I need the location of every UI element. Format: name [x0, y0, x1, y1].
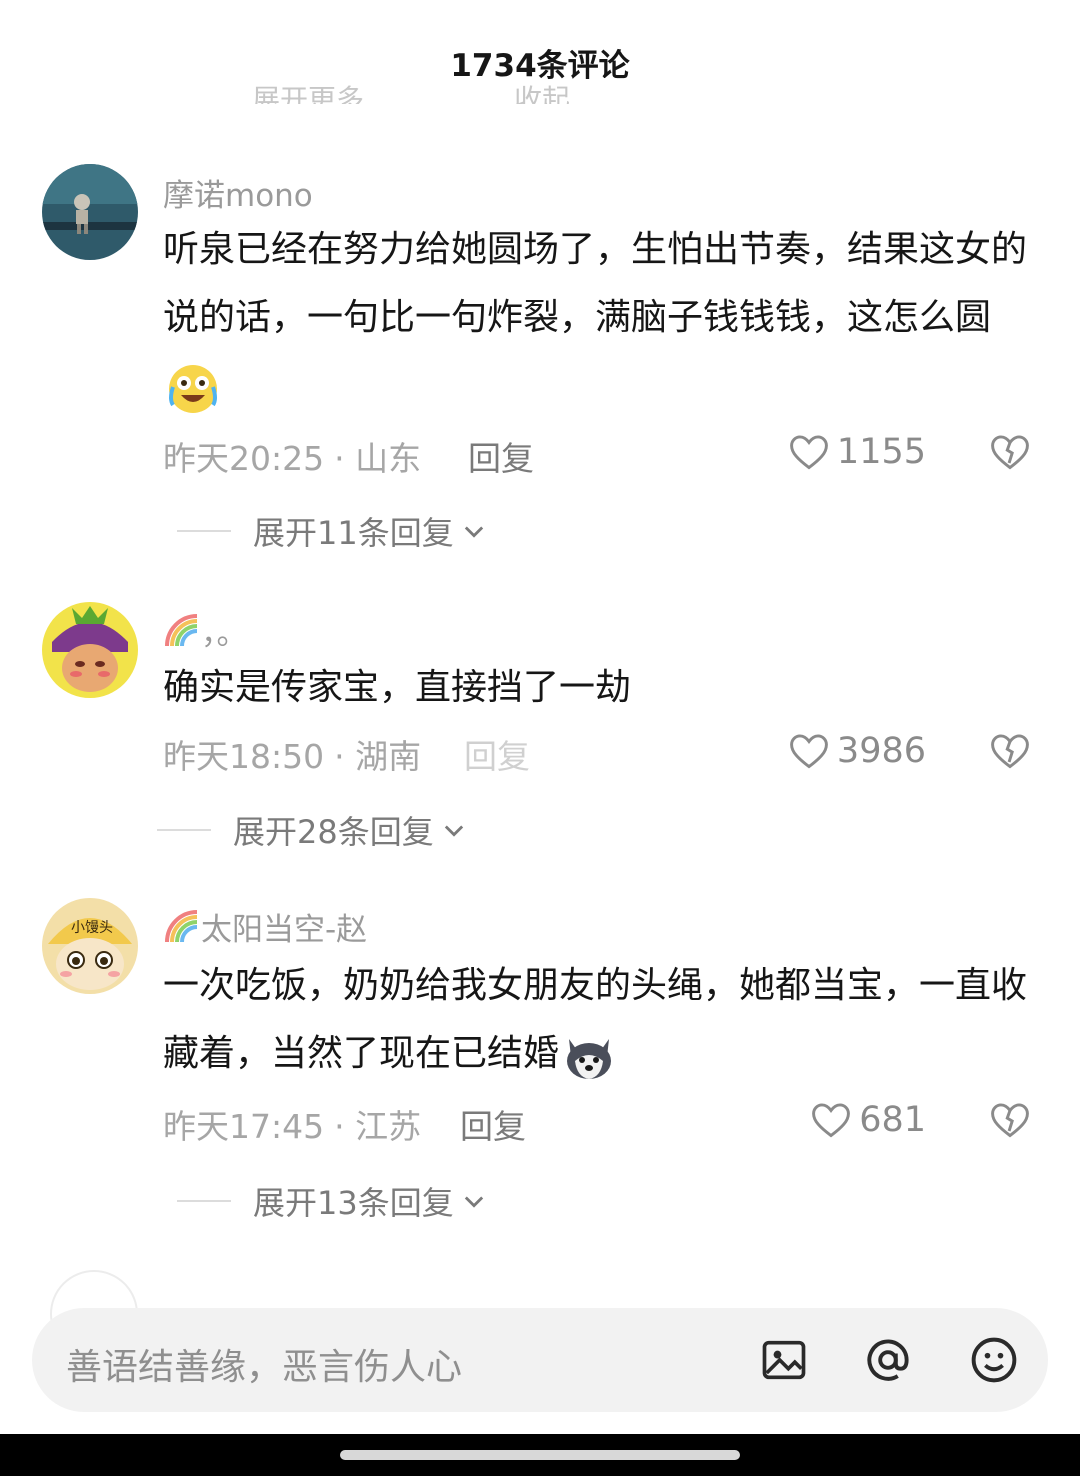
expand-more-ghost: 展开更多: [252, 83, 365, 104]
expand-replies-button[interactable]: 展开28条回复: [157, 807, 468, 853]
comment-meta: 昨天20:25 · 山东: [163, 432, 421, 480]
comment-text: 听泉已经在努力给她圆场了，生怕出节奏，结果这女的说的话，一句比一句炸裂，满脑子钱…: [163, 216, 1033, 420]
expand-replies-button[interactable]: 展开11条回复: [177, 508, 488, 554]
expand-replies-label: 展开11条回复: [253, 514, 454, 552]
like-button[interactable]: 1155: [787, 430, 926, 474]
like-button[interactable]: 681: [809, 1098, 926, 1142]
like-count: 681: [859, 1100, 926, 1140]
divider: [157, 829, 211, 831]
username[interactable]: 太阳当空-赵: [201, 912, 367, 948]
reply-button[interactable]: 回复: [460, 1100, 526, 1148]
reply-button[interactable]: 回复: [468, 432, 534, 480]
heart-icon: [812, 1103, 851, 1138]
comment-location: · 江苏: [334, 1107, 422, 1146]
comment-time: 昨天20:25: [163, 439, 325, 478]
divider: [177, 1200, 231, 1202]
comment-time: 昨天18:50: [163, 737, 325, 776]
heart-icon: [790, 435, 828, 470]
like-button[interactable]: 3986: [787, 729, 926, 773]
comment-input-placeholder[interactable]: 善语结善缘，恶言伤人心: [66, 1338, 462, 1390]
dislike-button[interactable]: [988, 729, 1032, 773]
comment-input-bar[interactable]: 善语结善缘，恶言伤人心: [32, 1308, 1048, 1412]
comment-text: 一次吃饭，奶奶给我女朋友的头绳，她都当宝，一直收藏着，当然了现在已结婚: [163, 952, 1033, 1088]
comment-location: · 山东: [334, 439, 422, 478]
image-icon[interactable]: [758, 1334, 810, 1386]
divider: [177, 530, 231, 532]
comment-text-content: 确实是传家宝，直接挡了一劫: [163, 667, 632, 708]
at-icon[interactable]: [862, 1334, 914, 1386]
like-count: 3986: [836, 731, 926, 771]
broken-heart-icon: [991, 734, 1029, 769]
username[interactable]: ，。: [201, 616, 248, 652]
avatar[interactable]: [42, 602, 138, 698]
system-navigation-bar: [0, 1434, 1080, 1476]
chevron-down-icon: [464, 526, 483, 538]
comments-header: 1734条评论 展开更多 收起: [0, 0, 1080, 120]
avatar[interactable]: [42, 164, 138, 260]
comment-meta: 昨天18:50 · 湖南: [163, 730, 421, 778]
comment-meta: 昨天17:45 · 江苏: [163, 1100, 421, 1148]
home-indicator[interactable]: [340, 1450, 740, 1460]
comment-text-content: 听泉已经在努力给她圆场了，生怕出节奏，结果这女的说的话，一句比一句炸裂，满脑子钱…: [163, 229, 1028, 338]
collapse-ghost: 收起: [514, 83, 571, 104]
husky-dog-emoji-icon: [561, 1027, 617, 1083]
broken-heart-icon: [991, 1103, 1029, 1138]
rainbow-icon: [165, 614, 198, 647]
chevron-down-icon: [444, 825, 463, 837]
avatar-label: 小馒头: [71, 920, 113, 936]
heart-icon: [790, 734, 828, 769]
avatar[interactable]: 小馒头: [42, 898, 138, 994]
like-count: 1155: [836, 432, 926, 472]
comment-text: 确实是传家宝，直接挡了一劫: [163, 654, 1033, 722]
broken-heart-icon: [991, 435, 1029, 470]
chevron-down-icon: [464, 1196, 483, 1208]
username-row: 太阳当空-赵: [163, 904, 367, 949]
rainbow-icon: [165, 910, 198, 943]
emoji-icon[interactable]: [968, 1334, 1020, 1386]
expand-replies-label: 展开28条回复: [233, 813, 434, 851]
comment-location: · 湖南: [334, 737, 422, 776]
reply-button[interactable]: 回复: [464, 730, 530, 778]
dislike-button[interactable]: [988, 1098, 1032, 1142]
username-row: ，。: [163, 608, 248, 653]
comment-time: 昨天17:45: [163, 1107, 325, 1146]
laughing-crying-emoji-icon: [165, 359, 221, 415]
expand-replies-button[interactable]: 展开13条回复: [177, 1178, 488, 1224]
username[interactable]: 摩诺mono: [163, 170, 313, 215]
expand-replies-label: 展开13条回复: [253, 1184, 454, 1222]
dislike-button[interactable]: [988, 430, 1032, 474]
